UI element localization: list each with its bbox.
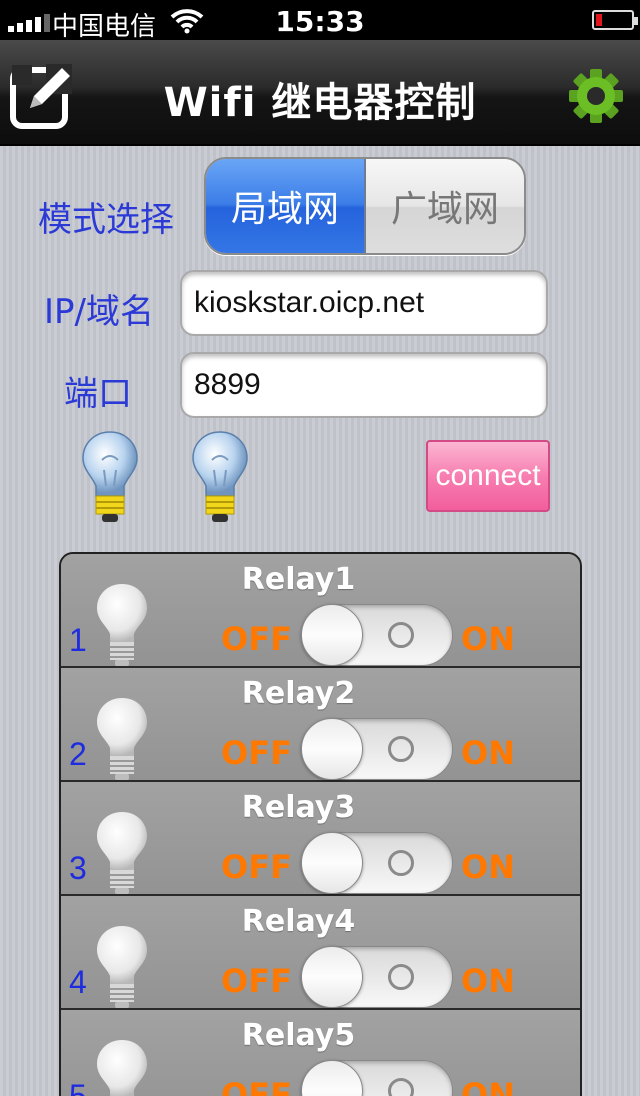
mode-label: 模式选择 (38, 200, 174, 240)
on-label: ON (461, 848, 515, 886)
navigation-bar: Wifi 继电器控制 (0, 40, 640, 146)
off-label: OFF (221, 734, 292, 772)
mode-segmented-control: 局域网 广域网 (204, 157, 526, 255)
switch-off-indicator-icon (388, 1078, 414, 1096)
lightbulb-icon (80, 430, 140, 526)
relay-row: 4 Relay4 OFF ON (61, 896, 580, 1010)
relay-toggle-switch[interactable] (301, 946, 453, 1008)
switch-off-indicator-icon (388, 736, 414, 762)
relay-name: Relay1 (241, 562, 356, 597)
off-label: OFF (221, 962, 292, 1000)
page-title: Wifi 继电器控制 (163, 80, 477, 126)
mode-option-wan[interactable]: 广域网 (366, 159, 524, 253)
switch-off-indicator-icon (388, 850, 414, 876)
status-time: 15:33 (275, 5, 365, 38)
relay-toggle-switch[interactable] (301, 718, 453, 780)
port-input[interactable]: 8899 (180, 352, 548, 418)
relay-list: 1 Relay1 OFF ON 2 Relay2 OFF ON 3 Relay3… (59, 552, 582, 1096)
ip-input[interactable]: kioskstar.oicp.net (180, 270, 548, 336)
relay-name: Relay3 (241, 790, 356, 825)
switch-knob[interactable] (301, 604, 363, 666)
switch-knob[interactable] (301, 946, 363, 1008)
switch-knob[interactable] (301, 718, 363, 780)
connect-button[interactable]: connect (426, 440, 550, 512)
on-label: ON (461, 1076, 515, 1096)
relay-toggle-switch[interactable] (301, 1060, 453, 1096)
status-bar: 中国电信 15:33 (0, 0, 640, 42)
off-label: OFF (221, 1076, 292, 1096)
switch-knob[interactable] (301, 1060, 363, 1096)
relay-number: 3 (69, 850, 87, 886)
relay-name: Relay4 (241, 904, 356, 939)
mode-option-lan[interactable]: 局域网 (206, 159, 366, 253)
relay-number: 1 (69, 622, 87, 658)
relay-toggle-switch[interactable] (301, 832, 453, 894)
switch-off-indicator-icon (388, 964, 414, 990)
relay-number: 4 (69, 964, 87, 1000)
off-label: OFF (221, 848, 292, 886)
port-label: 端口 (64, 374, 132, 414)
relay-row: 2 Relay2 OFF ON (61, 668, 580, 782)
on-label: ON (461, 620, 515, 658)
relay-number: 5 (69, 1078, 87, 1096)
relay-toggle-switch[interactable] (301, 604, 453, 666)
switch-knob[interactable] (301, 832, 363, 894)
ip-label: IP/域名 (44, 292, 154, 332)
relay-name: Relay2 (241, 676, 356, 711)
on-label: ON (461, 734, 515, 772)
relay-number: 2 (69, 736, 87, 772)
gear-icon[interactable] (568, 68, 624, 124)
battery-icon (592, 10, 638, 30)
relay-row: 5 Relay5 OFF ON (61, 1010, 580, 1096)
lightbulb-icon (190, 430, 250, 526)
relay-name: Relay5 (241, 1018, 356, 1053)
off-label: OFF (221, 620, 292, 658)
on-label: ON (461, 962, 515, 1000)
switch-off-indicator-icon (388, 622, 414, 648)
relay-row: 3 Relay3 OFF ON (61, 782, 580, 896)
relay-row: 1 Relay1 OFF ON (61, 554, 580, 668)
